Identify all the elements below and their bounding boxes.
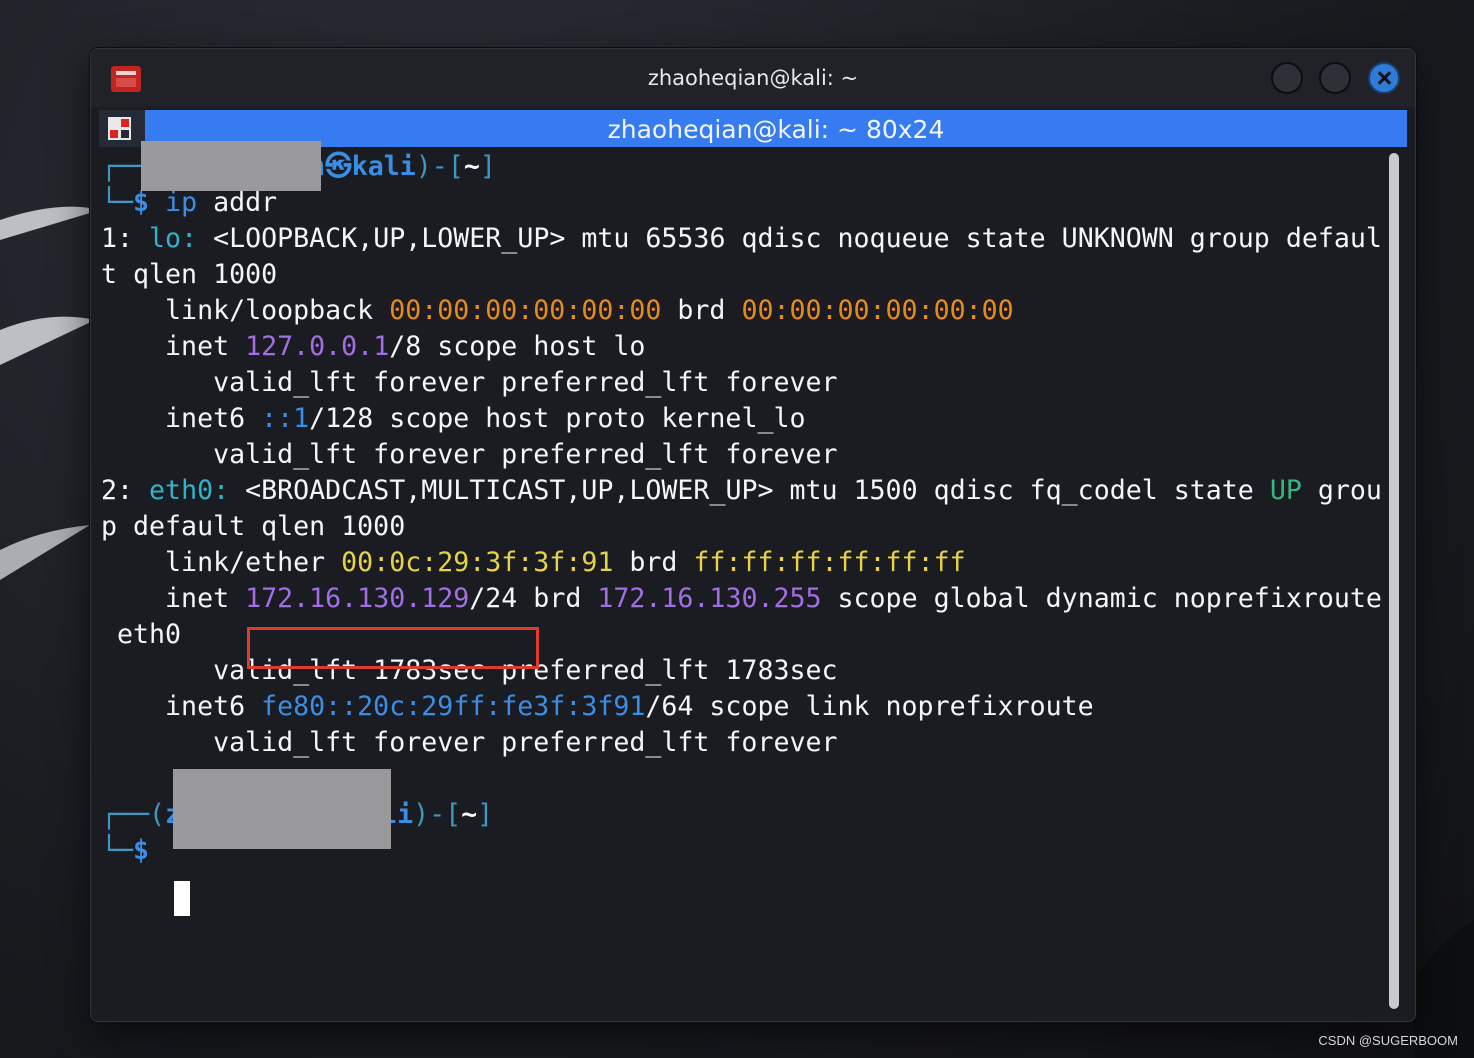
redaction-block — [141, 141, 321, 191]
redaction-block — [173, 769, 391, 849]
output-line: inet6 fe80::20c:29ff:fe3f:3f91/64 scope … — [101, 691, 1094, 722]
title-bar[interactable]: zhaoheqian@kali: ~ — [91, 49, 1415, 107]
output-line: p default qlen 1000 — [101, 511, 406, 542]
watermark: CSDN @SUGERBOOM — [1318, 1033, 1458, 1048]
text-cursor — [174, 881, 190, 916]
output-line: inet 127.0.0.1/8 scope host lo — [101, 331, 646, 362]
window-title: zhaoheqian@kali: ~ — [647, 66, 859, 90]
scrollbar-thumb[interactable] — [1389, 153, 1399, 1009]
eth0-ip-address: 172.16.130.129 — [245, 583, 470, 614]
output-line: valid_lft forever preferred_lft forever — [101, 367, 838, 398]
close-button[interactable] — [1368, 62, 1400, 94]
output-line: valid_lft forever preferred_lft forever — [101, 439, 838, 470]
tab-menu-icon[interactable] — [99, 110, 145, 147]
output-line: link/loopback 00:00:00:00:00:00 brd 00:0… — [101, 295, 1014, 326]
output-line: 1: lo: <LOOPBACK,UP,LOWER_UP> mtu 65536 … — [101, 223, 1382, 254]
output-line: t qlen 1000 — [101, 259, 278, 290]
minimize-button[interactable] — [1271, 62, 1303, 94]
terminal-output[interactable]: ┌──(zhaoheqian㉿kali)-[~] └─$ ip addr 1: … — [101, 141, 1383, 1009]
prompt-input-line[interactable]: └─$ — [101, 833, 149, 869]
scrollbar[interactable] — [1389, 153, 1399, 1009]
output-line: link/ether 00:0c:29:3f:3f:91 brd ff:ff:f… — [101, 547, 966, 578]
output-line: 2: eth0: <BROADCAST,MULTICAST,UP,LOWER_U… — [101, 475, 1382, 506]
ip-highlight-box — [247, 627, 539, 669]
output-line: valid_lft forever preferred_lft forever — [101, 727, 838, 758]
terminal-window: zhaoheqian@kali: ~ zhaoheqian@kali: ~ 80… — [90, 48, 1416, 1022]
output-line: eth0 — [101, 619, 182, 650]
output-line: inet 172.16.130.129/24 brd 172.16.130.25… — [101, 583, 1382, 614]
output-line: inet6 ::1/128 scope host proto kernel_lo — [101, 403, 806, 434]
tab-title: zhaoheqian@kali: ~ 80x24 — [607, 115, 945, 144]
maximize-button[interactable] — [1319, 62, 1351, 94]
